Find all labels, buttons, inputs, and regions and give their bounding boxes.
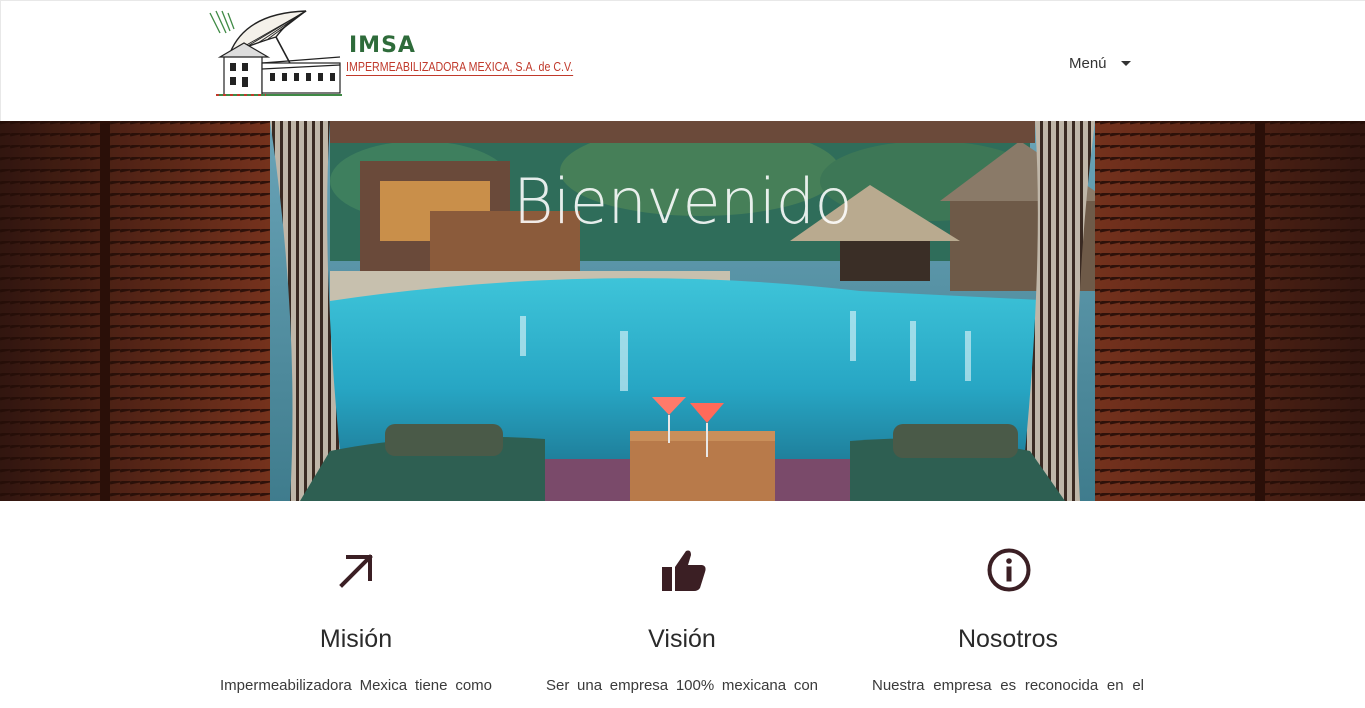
logo-company-name: IMPERMEABILIZADORA MEXICA, S.A. de C.V.: [346, 59, 574, 76]
thumbs-up-icon: [662, 550, 706, 591]
company-logo[interactable]: IMSA IMPERMEABILIZADORA MEXICA, S.A. de …: [206, 7, 586, 99]
feature-text: Ser una empresa 100% mexicana con: [546, 677, 818, 694]
feature-text: Nuestra empresa es reconocida en el: [872, 677, 1144, 694]
menu-dropdown-button[interactable]: Menú: [1061, 47, 1131, 79]
info-icon: [987, 548, 1031, 592]
umbrella-house-logo-icon: [209, 10, 342, 96]
logo-brand-text: IMSA: [349, 33, 416, 58]
site-header: IMSA IMPERMEABILIZADORA MEXICA, S.A. de …: [0, 0, 1365, 121]
features-section: Misión Impermeabilizadora Mexica tiene c…: [0, 501, 1365, 708]
menu-label: Menú: [1069, 54, 1107, 72]
arrow-up-right-icon: [339, 554, 373, 588]
feature-title: Visión: [648, 625, 716, 653]
hero-banner: Bienvenido: [0, 121, 1365, 501]
feature-title: Misión: [319, 625, 393, 653]
caret-down-icon: [1120, 60, 1131, 66]
feature-text: Impermeabilizadora Mexica tiene como: [220, 677, 492, 694]
hero-title: Bienvenido: [513, 165, 852, 238]
feature-title: Nosotros: [957, 625, 1059, 653]
